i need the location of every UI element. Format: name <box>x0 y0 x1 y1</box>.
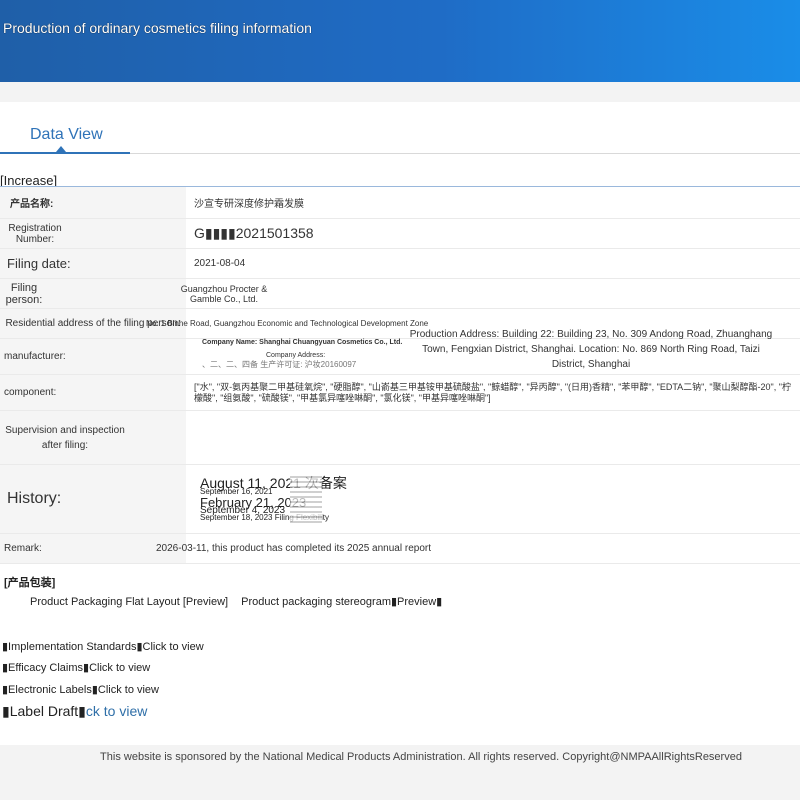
value-component: ["水", "双-氨丙基聚二甲基硅氧烷", "硬脂醇", "山嵛基三甲基铵甲基硫… <box>186 374 800 411</box>
value-history: August 11, 2021 次备案 September 16, 2021 F… <box>186 464 800 534</box>
efficacy-claims-view-link[interactable]: Click to view <box>89 662 150 674</box>
label-manufacturer: manufacturer: <box>0 338 186 375</box>
value-filing-date: 2021-08-04 <box>186 248 800 279</box>
value-manufacturer: Company Name: Shanghai Chuangyuan Cosmet… <box>186 329 800 375</box>
tab-bar: Data View <box>0 102 800 154</box>
value-product-name: 沙宣专研深度修护霜发膜 <box>186 186 800 219</box>
row-supervision: Supervision and inspection after filing: <box>0 410 800 465</box>
manufacturer-company-name: Company Name: Shanghai Chuangyuan Cosmet… <box>202 339 403 346</box>
value-filing-person: Guangzhou Procter & Gamble Co., Ltd. <box>181 278 800 309</box>
label-filing-date: Filing date: <box>0 248 186 279</box>
label-product-name: 产品名称: <box>0 186 186 219</box>
label-supervision: Supervision and inspection after filing: <box>0 410 186 465</box>
page-title: Production of ordinary cosmetics filing … <box>3 20 312 36</box>
label-history: History: <box>0 464 186 534</box>
history-overlap-artifact <box>290 473 322 523</box>
row-history: History: August 11, 2021 次备案 September 1… <box>0 464 800 534</box>
value-registration-number: G▮▮▮▮2021501358 <box>186 218 800 249</box>
packaging-links: Product Packaging Flat Layout [Preview] … <box>30 595 452 608</box>
separator-band <box>0 82 800 102</box>
footer-copyright: This website is sponsored by the Nationa… <box>100 751 742 763</box>
row-manufacturer: manufacturer: Company Name: Shanghai Chu… <box>0 329 800 375</box>
filing-info-table: 产品名称: 沙宣专研深度修护霜发膜 Registration Number: G… <box>0 186 800 564</box>
packaging-title: [产品包装] <box>4 577 56 589</box>
label-draft-view-link[interactable]: ck to view <box>86 703 147 719</box>
header-banner: Production of ordinary cosmetics filing … <box>0 0 800 82</box>
label-filing-person: Filing person: <box>0 278 186 309</box>
packaging-stereogram-link[interactable]: Product packaging stereogram▮Preview▮ <box>241 596 442 608</box>
manufacturer-production-address: Production Address: Building 22: Buildin… <box>409 329 773 370</box>
footer: This website is sponsored by the Nationa… <box>0 745 800 800</box>
label-registration-number: Registration Number: <box>0 218 186 249</box>
row-filing-person: Filing person: Guangzhou Procter & Gambl… <box>0 278 800 309</box>
manufacturer-company-address-label: Company Address: <box>266 352 326 359</box>
packaging-flat-layout-link[interactable]: Product Packaging Flat Layout [Preview] <box>30 596 228 608</box>
doc-implementation-standards: ▮Implementation Standards▮Click to view <box>2 641 204 653</box>
history-list: August 11, 2021 次备案 September 16, 2021 F… <box>194 467 792 531</box>
manufacturer-license: 、二、二、四备 生产许可证: 沪妆20160097 <box>202 360 357 369</box>
row-remark: Remark: 2026-03-11, this product has com… <box>0 533 800 564</box>
doc-efficacy-claims: ▮Efficacy Claims▮Click to view <box>2 662 151 674</box>
label-component: component: <box>0 374 186 411</box>
value-remark: 2026-03-11, this product has completed i… <box>156 533 800 564</box>
value-supervision <box>186 410 800 465</box>
implementation-standards-view-link[interactable]: Click to view <box>143 641 204 653</box>
row-filing-date: Filing date: 2021-08-04 <box>0 248 800 279</box>
row-product-name: 产品名称: 沙宣专研深度修护霜发膜 <box>0 186 800 219</box>
row-component: component: ["水", "双-氨丙基聚二甲基硅氧烷", "硬脂醇", … <box>0 374 800 411</box>
row-registration-number: Registration Number: G▮▮▮▮2021501358 <box>0 218 800 249</box>
tab-active-caret <box>56 146 66 152</box>
doc-label-draft: ▮Label Draft▮ck to view <box>2 703 148 719</box>
doc-electronic-labels: ▮Electronic Labels▮Click to view <box>2 684 159 696</box>
electronic-labels-view-link[interactable]: Click to view <box>98 684 159 696</box>
